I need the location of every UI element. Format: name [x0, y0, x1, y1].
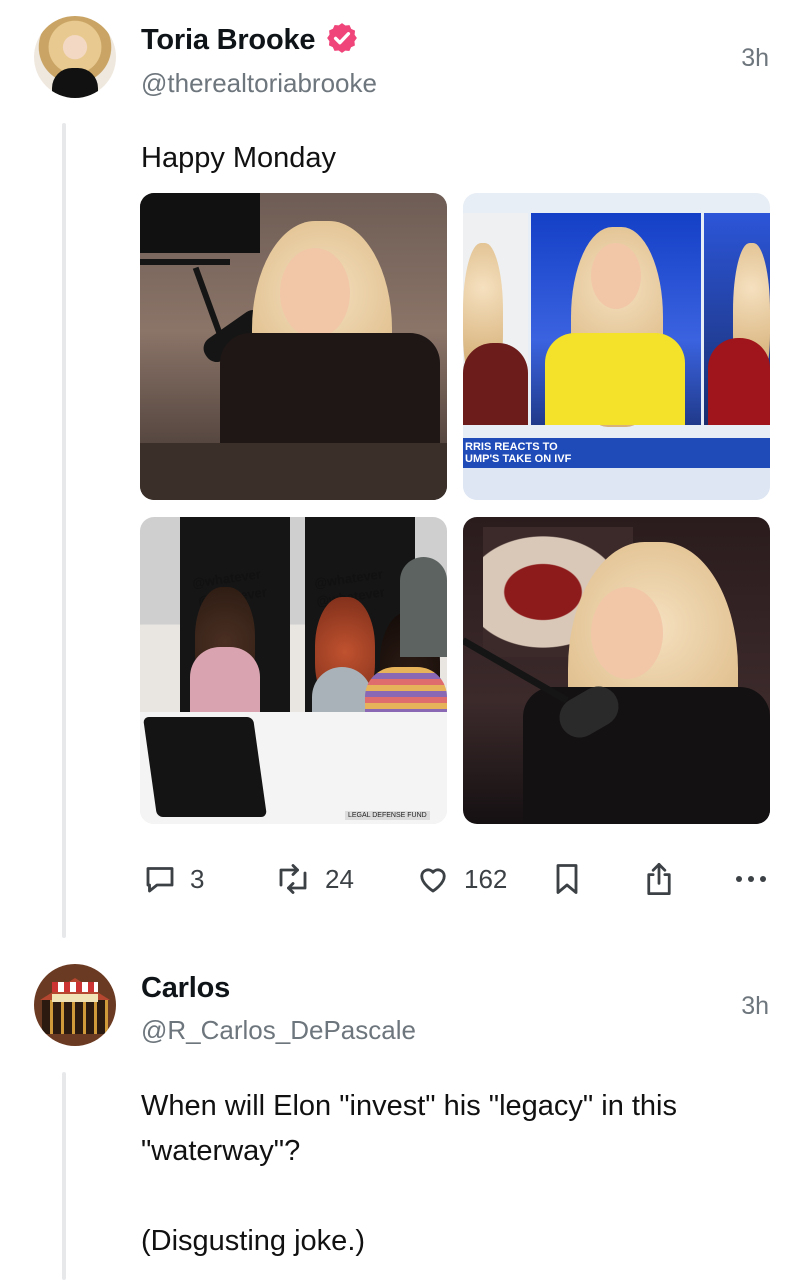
post-text: When will Elon "invest" his "legacy" in … [141, 1090, 678, 1257]
post-time: 3h [741, 992, 769, 1020]
avatar[interactable] [34, 964, 116, 1046]
author-name[interactable]: Carlos [141, 972, 230, 1005]
post-2: Carlos @R_Carlos_DePascale 3h When will … [0, 0, 803, 1280]
author-handle[interactable]: @R_Carlos_DePascale [141, 1015, 416, 1046]
thread-line [62, 1072, 66, 1280]
